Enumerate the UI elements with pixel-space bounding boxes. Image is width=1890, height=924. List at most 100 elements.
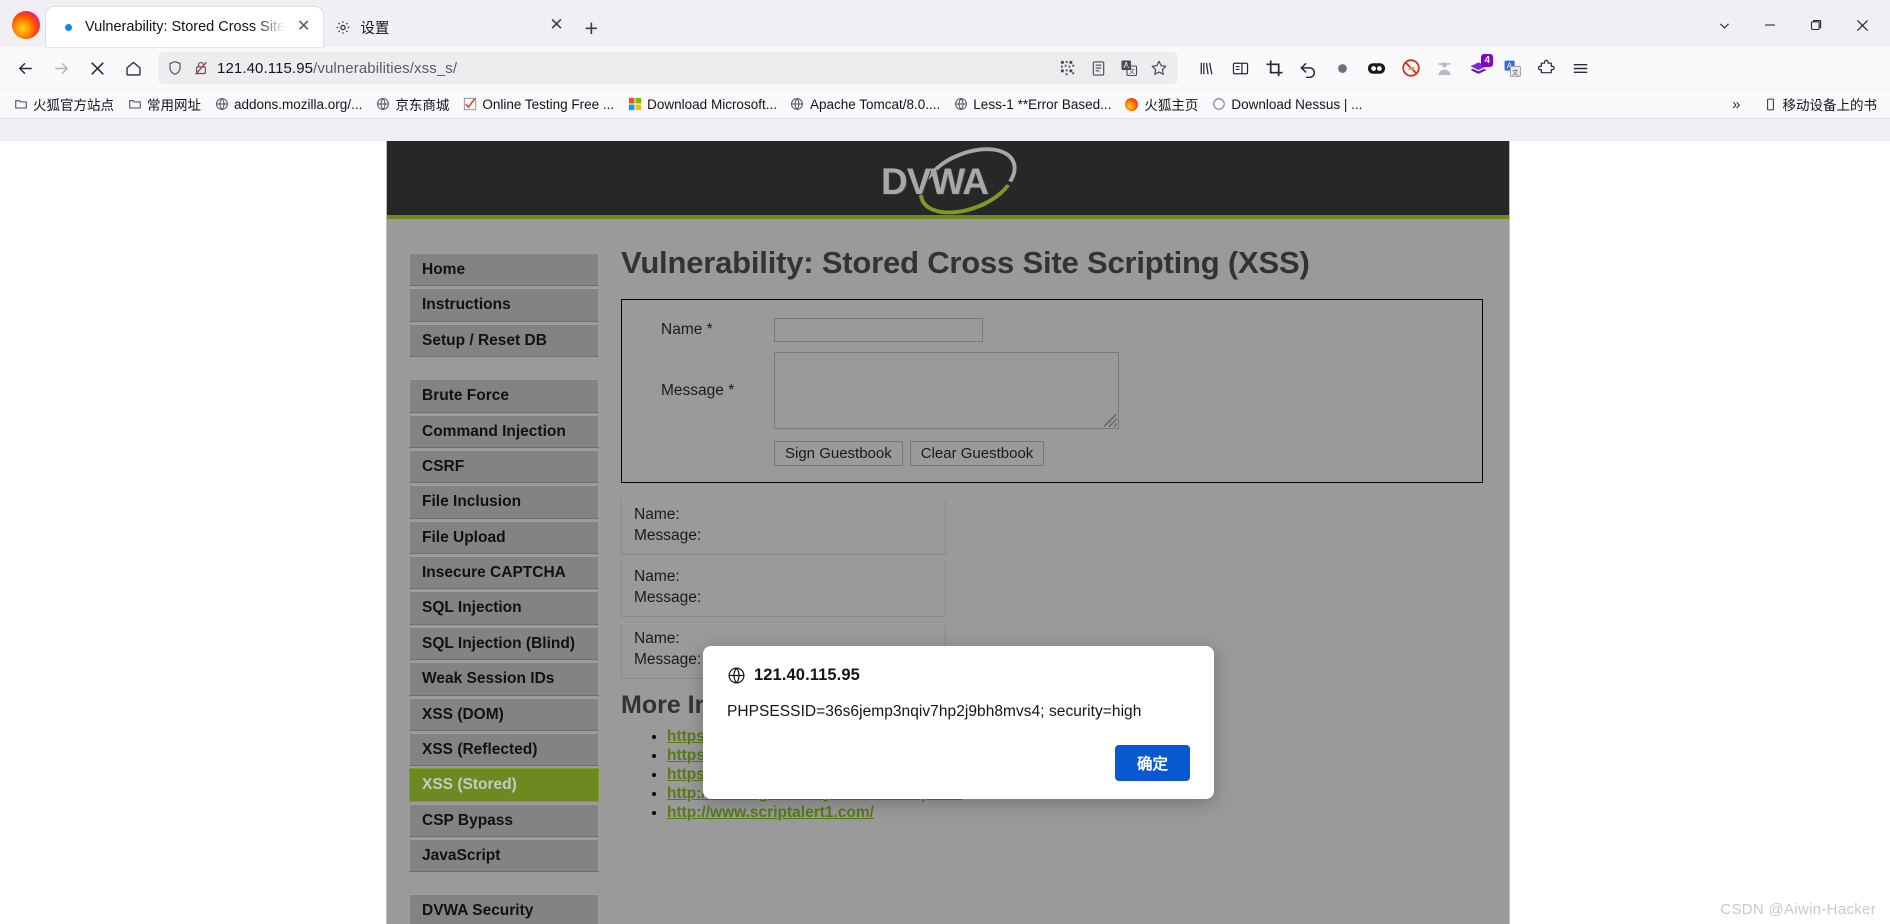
bookmark-item[interactable]: 京东商城 <box>369 91 455 117</box>
lock-crossed-icon[interactable] <box>191 59 210 78</box>
bookmarks-overflow-icon[interactable]: » <box>1726 96 1746 113</box>
mobile-icon <box>1763 97 1778 112</box>
folder-icon <box>127 97 142 112</box>
restore-button[interactable] <box>1794 10 1838 40</box>
entry-message: Message: <box>634 526 702 544</box>
sidebar-item-command-injection[interactable]: Command Injection <box>409 414 599 448</box>
entry-name: Name: <box>634 506 680 523</box>
sidebar-item-file-inclusion[interactable]: File Inclusion <box>409 485 599 519</box>
dvwa-main: Home Instructions Setup / Reset DB Brute… <box>387 219 1509 924</box>
bookmark-item[interactable]: Apache Tomcat/8.0.... <box>784 94 946 115</box>
bookmark-label: Download Nessus | ... <box>1231 96 1363 112</box>
navigation-toolbar: 121.40.115.95/vulnerabilities/xss_s/ A 文… <box>0 47 1890 90</box>
sidebar-item-xss-dom[interactable]: XSS (DOM) <box>409 697 599 731</box>
tab-title: 设置 <box>360 20 390 37</box>
url-bar[interactable]: 121.40.115.95/vulnerabilities/xss_s/ A 文 <box>158 52 1178 84</box>
bookmark-item[interactable]: Less-1 **Error Based... <box>947 94 1117 115</box>
sidebar-item-javascript[interactable]: JavaScript <box>409 839 599 873</box>
minimize-button[interactable] <box>1748 10 1792 40</box>
star-icon[interactable] <box>1146 56 1171 81</box>
qr-code-icon[interactable] <box>1056 56 1081 81</box>
sidebar-item-sql-injection[interactable]: SQL Injection <box>409 591 599 625</box>
back-button[interactable] <box>8 52 42 84</box>
bookmark-item-mobile[interactable]: 移动设备上的书 <box>1757 91 1884 117</box>
sidebar-item-brute-force[interactable]: Brute Force <box>409 379 599 413</box>
info-link[interactable]: http://www.scriptalert1.com/ <box>667 804 874 821</box>
sidebar-item-insecure-captcha[interactable]: Insecure CAPTCHA <box>409 556 599 590</box>
stop-loading-button[interactable] <box>80 52 114 84</box>
home-button[interactable] <box>116 52 150 84</box>
bookmark-label: 移动设备上的书 <box>1782 98 1878 113</box>
guestbook-entry: Name: Message: <box>621 499 946 555</box>
forward-button[interactable] <box>44 52 78 84</box>
message-field-row: Message * <box>636 352 1468 429</box>
bookmark-label: 火狐官方站点 <box>33 98 114 113</box>
bookmark-item[interactable]: addons.mozilla.org/... <box>208 94 368 115</box>
sidebar-item-file-upload[interactable]: File Upload <box>409 520 599 554</box>
browser-toolbar-actions: 4 A 文 <box>1190 52 1597 84</box>
adblock-icon[interactable] <box>1360 52 1393 84</box>
sidebar-item-csp-bypass[interactable]: CSP Bypass <box>409 803 599 837</box>
alert-dialog: 121.40.115.95 PHPSESSID=36s6jemp3nqiv7hp… <box>703 646 1214 799</box>
message-textarea[interactable] <box>774 352 1119 429</box>
resize-grip-icon[interactable] <box>1104 414 1117 427</box>
sidebar-item-csrf[interactable]: CSRF <box>409 449 599 484</box>
gear-icon <box>335 19 351 35</box>
new-tab-button[interactable]: + <box>578 16 605 39</box>
extension-stack-icon[interactable]: 4 <box>1462 52 1495 84</box>
clear-guestbook-button[interactable]: Clear Guestbook <box>909 441 1045 466</box>
sidebar-item-instructions[interactable]: Instructions <box>409 288 599 322</box>
app-menu-icon[interactable] <box>1564 52 1597 84</box>
translate-icon[interactable]: A 文 <box>1116 56 1141 81</box>
bookmark-item[interactable]: Download Nessus | ... <box>1205 94 1368 115</box>
sidebar-icon[interactable] <box>1224 52 1257 84</box>
tab-close-icon-2[interactable]: ✕ <box>549 15 563 35</box>
globe-icon <box>375 97 390 112</box>
bookmark-label: Apache Tomcat/8.0.... <box>809 96 941 112</box>
bookmark-item[interactable]: Download Microsoft... <box>621 94 783 115</box>
sign-guestbook-button[interactable]: Sign Guestbook <box>774 441 903 466</box>
page-title: Vulnerability: Stored Cross Site Scripti… <box>621 245 1310 280</box>
dvwa-logo-text: DVWA <box>881 161 989 202</box>
shield-icon[interactable] <box>165 59 184 78</box>
firefox-logo-icon <box>12 11 40 39</box>
sidebar-item-xss-stored[interactable]: XSS (Stored) <box>409 768 599 802</box>
undo-icon[interactable] <box>1292 52 1325 84</box>
dvwa-logo: DVWA <box>873 141 1027 227</box>
tab-vulnerability-stored-xss[interactable]: Vulnerability: Stored Cross Site Scripti… <box>46 7 324 47</box>
bookmark-item[interactable]: 火狐主页 <box>1118 91 1204 117</box>
list-all-tabs-icon[interactable] <box>1702 10 1746 40</box>
url-text[interactable]: 121.40.115.95/vulnerabilities/xss_s/ <box>217 60 1049 77</box>
sidebar-item-dvwa-security[interactable]: DVWA Security <box>409 894 599 924</box>
sidebar-item-sql-injection-blind[interactable]: SQL Injection (Blind) <box>409 626 599 661</box>
bookmark-label: Less-1 **Error Based... <box>973 96 1112 112</box>
tab-settings[interactable]: 设置 <box>323 7 399 47</box>
microsoft-icon <box>627 97 642 112</box>
puzzle-icon[interactable] <box>1530 52 1563 84</box>
pocket-icon[interactable] <box>1326 52 1359 84</box>
translate-extension-icon[interactable]: A 文 <box>1496 52 1529 84</box>
name-input[interactable] <box>774 318 983 342</box>
bookmark-item[interactable]: Online Testing Free ... <box>456 94 620 115</box>
sidebar-item-setup-reset-db[interactable]: Setup / Reset DB <box>409 323 599 358</box>
bookmark-label: addons.mozilla.org/... <box>234 96 363 112</box>
screenshot-icon[interactable] <box>1258 52 1291 84</box>
user-agent-switcher-icon[interactable] <box>1428 52 1461 84</box>
close-window-button[interactable] <box>1840 10 1884 40</box>
dialog-ok-button[interactable]: 确定 <box>1114 745 1190 781</box>
reader-view-icon[interactable] <box>1086 56 1111 81</box>
privacy-badger-icon[interactable] <box>1394 52 1427 84</box>
sidebar-item-home[interactable]: Home <box>409 253 599 287</box>
bookmark-item[interactable]: 常用网址 <box>121 91 207 117</box>
dialog-host: 121.40.115.95 <box>754 666 860 684</box>
menu-group-config: DVWA Security PHP Info <box>409 894 599 924</box>
library-icon[interactable] <box>1190 52 1223 84</box>
sidebar-item-weak-session-ids[interactable]: Weak Session IDs <box>409 662 599 696</box>
entry-message: Message: <box>634 588 702 606</box>
tab-close-icon[interactable]: ✕ <box>294 17 313 37</box>
name-field-row: Name * <box>636 318 1468 342</box>
sidebar-item-xss-reflected[interactable]: XSS (Reflected) <box>409 732 599 767</box>
window-controls <box>1702 10 1884 40</box>
page-viewport: DVWA Home Instructions Setup / Reset DB … <box>0 141 1890 924</box>
bookmark-item[interactable]: 火狐官方站点 <box>7 91 120 117</box>
